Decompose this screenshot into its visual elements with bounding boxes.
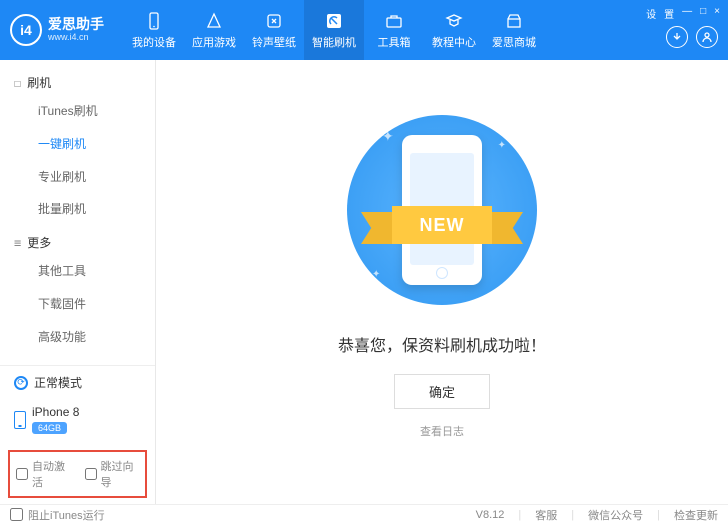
sparkle-icon: ✦ xyxy=(372,269,380,280)
user-icon[interactable] xyxy=(696,26,718,48)
top-nav: 我的设备 应用游戏 铃声壁纸 智能刷机 工具箱 教程中心 爱思商城 xyxy=(124,0,544,60)
separator: | xyxy=(571,509,574,521)
win-menu-icon[interactable]: 置 xyxy=(662,6,676,21)
device-icon xyxy=(144,11,164,31)
support-link[interactable]: 客服 xyxy=(535,507,557,523)
sidebar-item-advanced[interactable]: 高级功能 xyxy=(0,321,155,354)
device-name: iPhone 8 xyxy=(32,405,79,419)
device-text: iPhone 8 64GB xyxy=(32,405,79,434)
refresh-icon: ⟳ xyxy=(14,376,28,390)
checkbox-auto-activate[interactable]: 自动激活 xyxy=(16,458,71,490)
nav-toolbox[interactable]: 工具箱 xyxy=(364,0,424,60)
logo-url: www.i4.cn xyxy=(48,33,104,43)
version-label: V8.12 xyxy=(476,509,505,521)
ringtone-icon xyxy=(264,11,284,31)
app-header: i4 爱思助手 www.i4.cn 我的设备 应用游戏 铃声壁纸 智能刷机 工具… xyxy=(0,0,728,60)
separator: | xyxy=(657,509,660,521)
device-entry[interactable]: iPhone 8 64GB xyxy=(0,399,155,444)
nav-my-device[interactable]: 我的设备 xyxy=(124,0,184,60)
win-close-icon[interactable]: × xyxy=(712,6,722,21)
sidebar-item-pro-flash[interactable]: 专业刷机 xyxy=(0,161,155,194)
win-maximize-icon[interactable]: □ xyxy=(698,6,708,21)
header-actions xyxy=(666,26,718,48)
collapse-icon: ☐ xyxy=(14,76,21,90)
checkbox-input[interactable] xyxy=(85,468,97,480)
sidebar-item-other-tools[interactable]: 其他工具 xyxy=(0,255,155,288)
footer-right: V8.12 | 客服 | 微信公众号 | 检查更新 xyxy=(476,507,718,523)
flash-options: 自动激活 跳过向导 xyxy=(8,450,147,498)
flash-icon xyxy=(324,11,344,31)
app-body: ☐ 刷机 iTunes刷机 一键刷机 专业刷机 批量刷机 ≡ 更多 其他工具 下… xyxy=(0,60,728,504)
main-content: ✦ ✦ ✦ NEW 恭喜您，保资料刷机成功啦！ 确定 查看日志 xyxy=(156,60,728,504)
window-controls: 设 置 — □ × xyxy=(644,6,722,21)
sidebar-group-label: 更多 xyxy=(27,234,51,251)
device-mode-label: 正常模式 xyxy=(34,374,82,391)
view-log-link[interactable]: 查看日志 xyxy=(420,423,464,439)
nav-store[interactable]: 爱思商城 xyxy=(484,0,544,60)
logo-title: 爱思助手 xyxy=(48,17,104,32)
checkbox-skip-guide[interactable]: 跳过向导 xyxy=(85,458,140,490)
download-icon[interactable] xyxy=(666,26,688,48)
nav-flash[interactable]: 智能刷机 xyxy=(304,0,364,60)
device-mode[interactable]: ⟳ 正常模式 xyxy=(0,366,155,399)
nav-label: 智能刷机 xyxy=(312,34,356,50)
app-logo: i4 爱思助手 www.i4.cn xyxy=(10,14,104,46)
ribbon-tail xyxy=(361,212,395,244)
checkbox-input[interactable] xyxy=(16,468,28,480)
toolbox-icon xyxy=(384,11,404,31)
apps-icon xyxy=(204,11,224,31)
nav-ringtone[interactable]: 铃声壁纸 xyxy=(244,0,304,60)
nav-label: 教程中心 xyxy=(432,34,476,50)
store-icon xyxy=(504,11,524,31)
collapse-icon: ≡ xyxy=(14,236,21,250)
nav-tutorial[interactable]: 教程中心 xyxy=(424,0,484,60)
ribbon-tail xyxy=(489,212,523,244)
ribbon-text: NEW xyxy=(392,206,492,244)
wechat-link[interactable]: 微信公众号 xyxy=(588,507,643,523)
nav-label: 我的设备 xyxy=(132,34,176,50)
sidebar-group-flash[interactable]: ☐ 刷机 xyxy=(0,66,155,95)
nav-label: 应用游戏 xyxy=(192,34,236,50)
block-itunes-checkbox[interactable]: 阻止iTunes运行 xyxy=(10,507,105,523)
sidebar-item-oneclick-flash[interactable]: 一键刷机 xyxy=(0,128,155,161)
device-storage-badge: 64GB xyxy=(32,422,67,434)
win-settings-icon[interactable]: 设 xyxy=(644,6,658,21)
win-minimize-icon[interactable]: — xyxy=(680,6,694,21)
sparkle-icon: ✦ xyxy=(382,128,394,145)
nav-label: 铃声壁纸 xyxy=(252,34,296,50)
status-bar: 阻止iTunes运行 V8.12 | 客服 | 微信公众号 | 检查更新 xyxy=(0,504,728,524)
logo-text: 爱思助手 www.i4.cn xyxy=(48,17,104,42)
checkbox-input[interactable] xyxy=(10,508,23,521)
nav-label: 爱思商城 xyxy=(492,34,536,50)
sidebar-scroll: ☐ 刷机 iTunes刷机 一键刷机 专业刷机 批量刷机 ≡ 更多 其他工具 下… xyxy=(0,60,155,365)
nav-label: 工具箱 xyxy=(378,34,411,50)
tutorial-icon xyxy=(444,11,464,31)
sidebar-group-label: 刷机 xyxy=(27,74,51,91)
sidebar-group-more[interactable]: ≡ 更多 xyxy=(0,226,155,255)
success-message: 恭喜您，保资料刷机成功啦！ xyxy=(338,332,546,356)
sidebar-item-download-firmware[interactable]: 下载固件 xyxy=(0,288,155,321)
sidebar: ☐ 刷机 iTunes刷机 一键刷机 专业刷机 批量刷机 ≡ 更多 其他工具 下… xyxy=(0,60,156,504)
success-illustration: ✦ ✦ ✦ NEW xyxy=(342,110,542,310)
nav-apps[interactable]: 应用游戏 xyxy=(184,0,244,60)
checkbox-label: 阻止iTunes运行 xyxy=(28,507,105,523)
ok-button[interactable]: 确定 xyxy=(394,374,490,409)
phone-icon xyxy=(14,411,26,429)
sidebar-bottom: ⟳ 正常模式 iPhone 8 64GB 自动激活 跳过向导 xyxy=(0,365,155,504)
illust-ribbon: NEW xyxy=(357,206,527,246)
checkbox-label: 跳过向导 xyxy=(101,458,140,490)
checkbox-label: 自动激活 xyxy=(32,458,71,490)
sparkle-icon: ✦ xyxy=(498,140,506,151)
logo-badge: i4 xyxy=(10,14,42,46)
separator: | xyxy=(518,509,521,521)
update-link[interactable]: 检查更新 xyxy=(674,507,718,523)
sidebar-item-batch-flash[interactable]: 批量刷机 xyxy=(0,193,155,226)
sidebar-item-itunes-flash[interactable]: iTunes刷机 xyxy=(0,95,155,128)
